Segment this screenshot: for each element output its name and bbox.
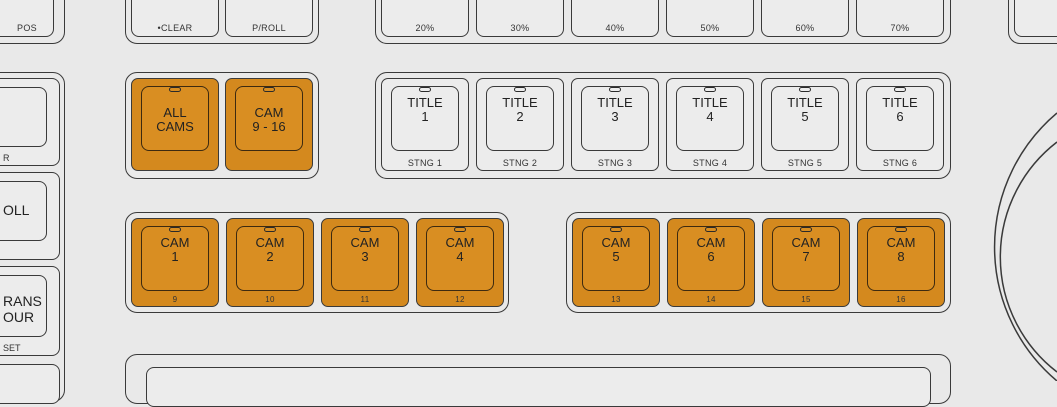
percent-20-button[interactable]: 20%	[381, 0, 469, 37]
title-sub-1: STNG 1	[407, 158, 443, 168]
title-button-4[interactable]: TITLE 4 STNG 4	[666, 78, 754, 171]
clear-label: •CLEAR	[157, 23, 193, 33]
title-label-6: TITLE 6	[882, 95, 918, 124]
cam-a-led-2	[264, 227, 276, 232]
title-button-1[interactable]: TITLE 1 STNG 1	[381, 78, 469, 171]
title-button-3[interactable]: TITLE 3 STNG 3	[571, 78, 659, 171]
top-row: POS •CLEAR P/ROLL 20% 30% 40% 50% 60% 70…	[0, 0, 1057, 45]
cam-a-label-3: CAM 3	[350, 235, 380, 264]
percent-40-button[interactable]: 40%	[571, 0, 659, 37]
cam-b-led-2	[705, 227, 717, 232]
title-sub-2: STNG 2	[502, 158, 538, 168]
cam-a-button-2[interactable]: CAM 2 10	[226, 218, 314, 307]
cam-b-led-3	[800, 227, 812, 232]
left-key-4[interactable]	[0, 364, 60, 404]
all-cams-button[interactable]: ALL CAMS	[131, 78, 219, 171]
title-button-2[interactable]: TITLE 2 STNG 2	[476, 78, 564, 171]
title-led-5	[799, 87, 811, 92]
cam-a-led-4	[454, 227, 466, 232]
cam-b-sub-3: 15	[801, 295, 811, 304]
cam-b-sub-4: 16	[896, 295, 906, 304]
title-led-2	[514, 87, 526, 92]
percent-30-button[interactable]: 30%	[476, 0, 564, 37]
cam-b-led-4	[895, 227, 907, 232]
jog-wheel[interactable]	[990, 90, 1057, 381]
left-key-3-sub: SET	[3, 343, 21, 353]
left-key-3-text: RANS OUR	[3, 293, 42, 325]
title-led-1	[419, 87, 431, 92]
cam-a-label-2: CAM 2	[255, 235, 285, 264]
percent-60-label: 60%	[795, 23, 815, 33]
left-key-1[interactable]: R	[0, 78, 60, 166]
cam-a-sub-2: 10	[265, 295, 275, 304]
cam-b-sub-1: 13	[611, 295, 621, 304]
left-key-1-sub: R	[3, 153, 10, 163]
top-right-button[interactable]	[1014, 0, 1057, 37]
cam-b-led-1	[610, 227, 622, 232]
cam-a-led-1	[169, 227, 181, 232]
pos-button[interactable]: POS	[0, 0, 54, 37]
cam-a-label-1: CAM 1	[160, 235, 190, 264]
title-sub-5: STNG 5	[787, 158, 823, 168]
pos-label: POS	[17, 23, 37, 33]
cam-9-16-button[interactable]: CAM 9 - 16	[225, 78, 313, 171]
title-led-4	[704, 87, 716, 92]
cam-b-button-4[interactable]: CAM 8 16	[857, 218, 945, 307]
all-cams-led	[169, 87, 181, 92]
title-led-3	[609, 87, 621, 92]
cam-b-sub-2: 14	[706, 295, 716, 304]
title-led-6	[894, 87, 906, 92]
title-sub-3: STNG 3	[597, 158, 633, 168]
cam-b-label-1: CAM 5	[601, 235, 631, 264]
cam-b-button-3[interactable]: CAM 7 15	[762, 218, 850, 307]
clear-button[interactable]: •CLEAR	[131, 0, 219, 37]
title-sub-6: STNG 6	[882, 158, 918, 168]
cam-b-label-2: CAM 6	[696, 235, 726, 264]
title-button-6[interactable]: TITLE 6 STNG 6	[856, 78, 944, 171]
cam-a-button-3[interactable]: CAM 3 11	[321, 218, 409, 307]
cam-a-sub-1: 9	[172, 295, 178, 304]
title-label-4: TITLE 4	[692, 95, 728, 124]
cam-a-label-4: CAM 4	[445, 235, 475, 264]
title-button-5[interactable]: TITLE 5 STNG 5	[761, 78, 849, 171]
all-cams-label: ALL CAMS	[156, 105, 194, 134]
percent-70-button[interactable]: 70%	[856, 0, 944, 37]
cam-a-button-4[interactable]: CAM 4 12	[416, 218, 504, 307]
cam-a-led-3	[359, 227, 371, 232]
cam-b-label-4: CAM 8	[886, 235, 916, 264]
bottom-bar-inner[interactable]	[146, 367, 931, 407]
title-sub-4: STNG 4	[692, 158, 728, 168]
proll-label: P/ROLL	[252, 23, 286, 33]
left-key-3[interactable]: RANS OUR SET	[0, 266, 60, 356]
percent-60-button[interactable]: 60%	[761, 0, 849, 37]
percent-20-label: 20%	[415, 23, 435, 33]
percent-30-label: 30%	[510, 23, 530, 33]
percent-50-label: 50%	[700, 23, 720, 33]
cam-b-label-3: CAM 7	[791, 235, 821, 264]
cam-b-button-1[interactable]: CAM 5 13	[572, 218, 660, 307]
title-label-3: TITLE 3	[597, 95, 633, 124]
percent-70-label: 70%	[890, 23, 910, 33]
cam-a-sub-4: 12	[455, 295, 465, 304]
cam-a-button-1[interactable]: CAM 1 9	[131, 218, 219, 307]
proll-button[interactable]: P/ROLL	[225, 0, 313, 37]
left-key-1-cap	[0, 87, 47, 147]
cam-b-button-2[interactable]: CAM 6 14	[667, 218, 755, 307]
cam-9-16-label: CAM 9 - 16	[252, 105, 286, 134]
left-key-2[interactable]: OLL	[0, 172, 60, 260]
percent-50-button[interactable]: 50%	[666, 0, 754, 37]
title-label-2: TITLE 2	[502, 95, 538, 124]
cam-9-16-led	[263, 87, 275, 92]
cam-a-sub-3: 11	[360, 295, 370, 304]
left-key-2-text: OLL	[3, 202, 30, 218]
title-label-1: TITLE 1	[407, 95, 443, 124]
percent-40-label: 40%	[605, 23, 625, 33]
title-label-5: TITLE 5	[787, 95, 823, 124]
